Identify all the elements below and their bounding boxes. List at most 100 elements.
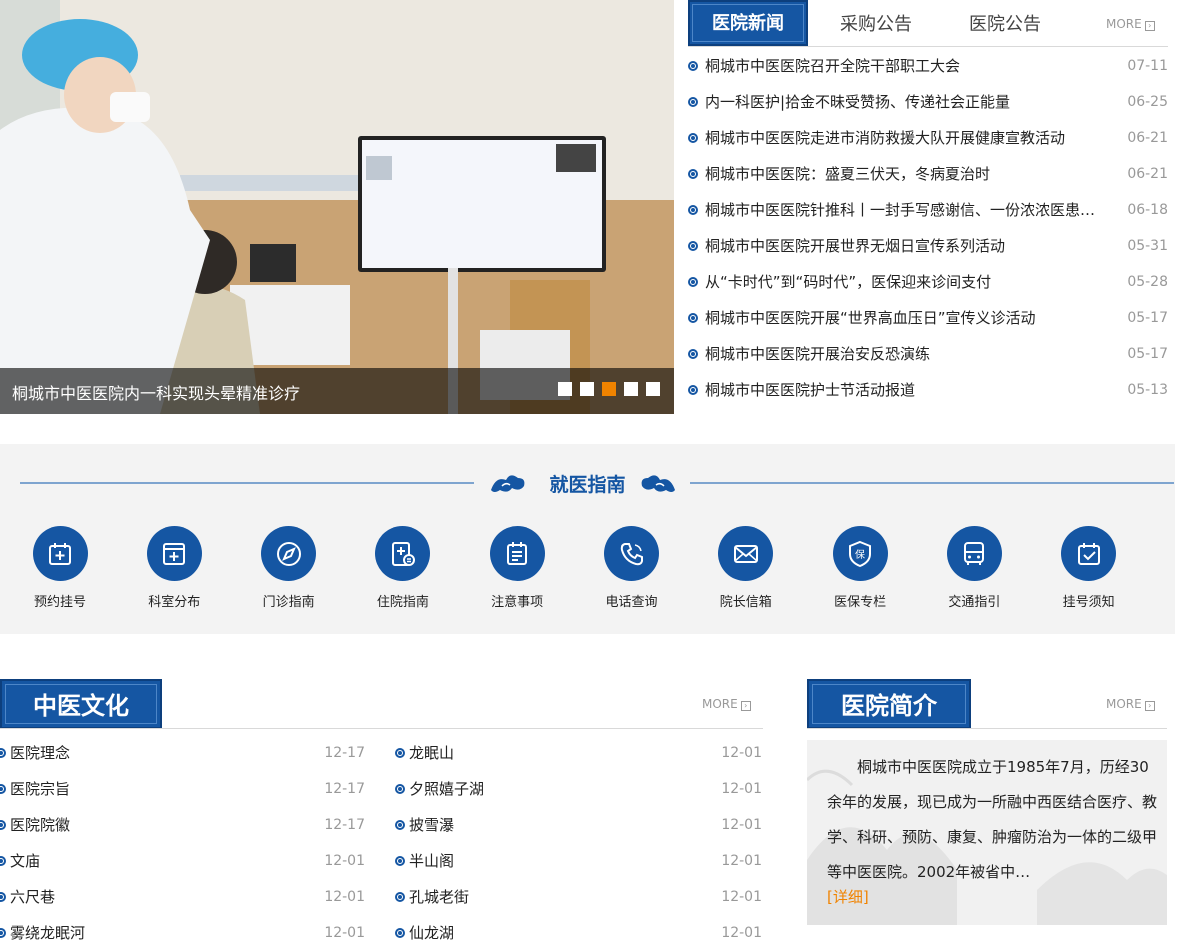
news-item[interactable]: 桐城市中医医院开展治安反恐演练 05-17 bbox=[688, 336, 1168, 372]
culture-title-text[interactable]: 龙眠山 bbox=[409, 735, 454, 771]
guide-section: 就医指南 预约挂号 科室分布 门诊指南 住院指南 注意事项 电话查询 院长信箱保医保专栏 交通… bbox=[0, 444, 1175, 634]
culture-item[interactable]: 仙龙湖 12-01 bbox=[395, 915, 762, 945]
culture-date: 12-01 bbox=[324, 925, 365, 941]
more-label: MORE bbox=[1106, 17, 1142, 31]
culture-item[interactable]: 文庙 12-01 bbox=[0, 843, 365, 879]
compass-icon[interactable] bbox=[261, 526, 317, 581]
news-item[interactable]: 桐城市中医医院针推科丨一封手写感谢信、一份浓浓医患… 06-18 bbox=[688, 192, 1168, 228]
carousel-dot[interactable] bbox=[558, 382, 572, 396]
tab-hospital-news[interactable]: 医院新闻 bbox=[688, 0, 808, 46]
news-title[interactable]: 桐城市中医医院开展治安反恐演练 bbox=[705, 336, 1125, 372]
intro-more-link[interactable]: MORE › bbox=[1106, 697, 1155, 711]
notice-list-icon[interactable] bbox=[489, 526, 545, 581]
culture-title-text[interactable]: 医院理念 bbox=[10, 735, 70, 771]
culture-item[interactable]: 孔城老街 12-01 bbox=[395, 879, 762, 915]
guide-item[interactable]: 注意事项 bbox=[463, 526, 571, 610]
culture-item[interactable]: 夕照嬉子湖 12-01 bbox=[395, 771, 762, 807]
culture-title-text[interactable]: 半山阁 bbox=[409, 843, 454, 879]
bullet-icon bbox=[0, 748, 6, 758]
bullet-icon bbox=[0, 784, 6, 794]
hero-caption[interactable]: 桐城市中医医院内一科实现头晕精准诊疗 bbox=[12, 380, 300, 404]
news-title[interactable]: 桐城市中医医院走进市消防救援大队开展健康宣教活动 bbox=[705, 120, 1125, 156]
arrow-right-icon: › bbox=[1144, 701, 1155, 711]
culture-item[interactable]: 半山阁 12-01 bbox=[395, 843, 762, 879]
news-item[interactable]: 桐城市中医医院开展“世界高血压日”宣传义诊活动 05-17 bbox=[688, 300, 1168, 336]
news-item[interactable]: 桐城市中医医院护士节活动报道 05-13 bbox=[688, 372, 1168, 408]
culture-title-text[interactable]: 雾绕龙眠河 bbox=[10, 915, 85, 945]
carousel-dot[interactable] bbox=[624, 382, 638, 396]
guide-item[interactable]: 科室分布 bbox=[120, 526, 228, 610]
culture-item[interactable]: 雾绕龙眠河 12-01 bbox=[0, 915, 365, 945]
news-title[interactable]: 桐城市中医医院护士节活动报道 bbox=[705, 372, 1125, 408]
tab-announcements[interactable]: 医院公告 bbox=[969, 10, 1041, 36]
guide-item[interactable]: 住院指南 bbox=[349, 526, 457, 610]
news-date: 05-17 bbox=[1127, 346, 1168, 362]
guide-item[interactable]: 挂号须知 bbox=[1035, 526, 1143, 610]
culture-title-text[interactable]: 披雪瀑 bbox=[409, 807, 454, 843]
calendar-plus-icon[interactable] bbox=[32, 526, 88, 581]
insurance-shield-icon[interactable]: 保 bbox=[832, 526, 888, 581]
news-more-link[interactable]: MORE › bbox=[1106, 17, 1155, 31]
news-item[interactable]: 从“卡时代”到“码时代”，医保迎来诊间支付 05-28 bbox=[688, 264, 1168, 300]
carousel-dot[interactable] bbox=[580, 382, 594, 396]
guide-item[interactable]: 保医保专栏 bbox=[806, 526, 914, 610]
guide-item-label: 电话查询 bbox=[605, 595, 658, 610]
bullet-icon bbox=[688, 169, 698, 179]
news-title[interactable]: 从“卡时代”到“码时代”，医保迎来诊间支付 bbox=[705, 264, 1125, 300]
phone-icon[interactable] bbox=[604, 526, 659, 581]
culture-date: 12-01 bbox=[721, 817, 762, 833]
culture-date: 12-17 bbox=[324, 817, 365, 833]
intro-detail-link[interactable]: [详细] bbox=[827, 886, 869, 907]
news-title[interactable]: 桐城市中医医院针推科丨一封手写感谢信、一份浓浓医患… bbox=[705, 192, 1125, 228]
bus-icon[interactable] bbox=[946, 526, 1002, 581]
news-item[interactable]: 桐城市中医医院走进市消防救援大队开展健康宣教活动 06-21 bbox=[688, 120, 1168, 156]
guide-item-label: 预约挂号 bbox=[33, 595, 86, 610]
news-title[interactable]: 桐城市中医医院开展“世界高血压日”宣传义诊活动 bbox=[705, 300, 1125, 336]
calendar-check-icon[interactable] bbox=[1061, 526, 1117, 581]
guide-item-label: 交通指引 bbox=[948, 595, 1001, 610]
culture-item[interactable]: 龙眠山 12-01 bbox=[395, 735, 762, 771]
culture-item[interactable]: 披雪瀑 12-01 bbox=[395, 807, 762, 843]
news-item[interactable]: 桐城市中医医院：盛夏三伏天，冬病夏治时 06-21 bbox=[688, 156, 1168, 192]
guide-item[interactable]: 电话查询 bbox=[578, 526, 686, 610]
culture-item[interactable]: 六尺巷 12-01 bbox=[0, 879, 365, 915]
news-item[interactable]: 桐城市中医医院召开全院干部职工大会 07-11 bbox=[688, 48, 1168, 84]
news-item[interactable]: 内一科医护|拾金不昧受赞扬、传递社会正能量 06-25 bbox=[688, 84, 1168, 120]
culture-title-text[interactable]: 文庙 bbox=[10, 843, 40, 879]
mail-icon[interactable] bbox=[718, 526, 774, 581]
culture-item[interactable]: 医院理念 12-17 bbox=[0, 735, 365, 771]
culture-title-text[interactable]: 医院院徽 bbox=[10, 807, 70, 843]
news-title[interactable]: 桐城市中医医院：盛夏三伏天，冬病夏治时 bbox=[705, 156, 1125, 192]
culture-title-text[interactable]: 孔城老街 bbox=[409, 879, 469, 915]
culture-title-text[interactable]: 六尺巷 bbox=[10, 879, 55, 915]
news-title[interactable]: 桐城市中医医院召开全院干部职工大会 bbox=[705, 48, 1125, 84]
inpatient-doc-icon[interactable] bbox=[375, 526, 431, 581]
culture-date: 12-01 bbox=[324, 853, 365, 869]
culture-date: 12-17 bbox=[324, 781, 365, 797]
news-title[interactable]: 桐城市中医医院开展世界无烟日宣传系列活动 bbox=[705, 228, 1125, 264]
news-title[interactable]: 内一科医护|拾金不昧受赞扬、传递社会正能量 bbox=[705, 84, 1125, 120]
news-date: 06-21 bbox=[1127, 130, 1168, 146]
bullet-icon bbox=[395, 784, 405, 794]
intro-section: 医院简介 MORE › 桐城市中医医院成立于1985年7月，历经30余年的发展，现… bbox=[807, 679, 1167, 945]
carousel-dot-active[interactable] bbox=[602, 382, 616, 396]
culture-title-text[interactable]: 医院宗旨 bbox=[10, 771, 70, 807]
news-item[interactable]: 桐城市中医医院开展世界无烟日宣传系列活动 05-31 bbox=[688, 228, 1168, 264]
guide-item[interactable]: 院长信箱 bbox=[692, 526, 800, 610]
culture-more-link[interactable]: MORE › bbox=[702, 697, 751, 711]
culture-title-text[interactable]: 夕照嬉子湖 bbox=[409, 771, 484, 807]
culture-date: 12-01 bbox=[721, 745, 762, 761]
guide-item[interactable]: 交通指引 bbox=[920, 526, 1028, 610]
culture-date: 12-01 bbox=[721, 889, 762, 905]
culture-item[interactable]: 医院宗旨 12-17 bbox=[0, 771, 365, 807]
culture-title-text[interactable]: 仙龙湖 bbox=[409, 915, 454, 945]
medical-kit-icon[interactable] bbox=[146, 526, 202, 581]
guide-item[interactable]: 门诊指南 bbox=[235, 526, 343, 610]
intro-text: 桐城市中医医院成立于1985年7月，历经30余年的发展，现已成为一所融中西医结合… bbox=[827, 758, 1158, 881]
carousel-dot[interactable] bbox=[646, 382, 660, 396]
tab-procurement[interactable]: 采购公告 bbox=[840, 10, 912, 36]
hero-carousel[interactable]: 桐城市中医医院内一科实现头晕精准诊疗 bbox=[0, 0, 674, 414]
guide-item[interactable]: 预约挂号 bbox=[6, 526, 114, 610]
culture-item[interactable]: 医院院徽 12-17 bbox=[0, 807, 365, 843]
culture-date: 12-01 bbox=[721, 925, 762, 941]
